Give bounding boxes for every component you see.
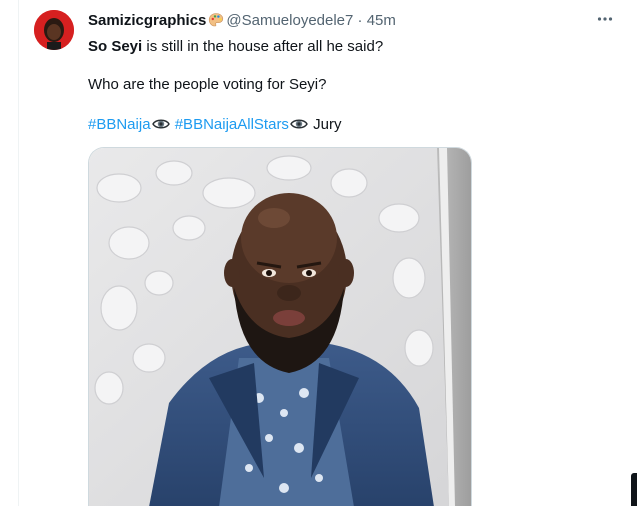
- more-options-button[interactable]: [595, 11, 615, 31]
- tweet-timestamp[interactable]: 45m: [367, 12, 396, 29]
- hashtag-bbnaijaallstars-link[interactable]: #BBNaijaAllStars: [175, 116, 289, 133]
- separator-dot: ·: [357, 12, 363, 29]
- tweet[interactable]: Samizicgraphics @Samueloyedele7 · 45m So …: [18, 0, 637, 506]
- tweet-text-line-2: Who are the people voting for Seyi?: [88, 76, 327, 93]
- eye-emoji-icon: [290, 117, 308, 137]
- tweet-bold-text: So Seyi: [88, 38, 143, 55]
- eye-emoji-icon: [151, 117, 170, 137]
- tweet-hashtags-line: #BBNaija #BBNaijaAllStars Jury: [88, 115, 341, 137]
- more-horizontal-icon: [596, 10, 614, 33]
- author-name[interactable]: Samizicgraphics: [88, 12, 206, 29]
- scrollbar-edge[interactable]: [631, 473, 637, 506]
- tweet-header: Samizicgraphics @Samueloyedele7 · 45m: [88, 11, 396, 34]
- jury-text: Jury: [308, 116, 342, 133]
- author-handle[interactable]: @Samueloyedele7: [226, 12, 353, 29]
- hashtag-bbnaija-link[interactable]: #BBNaija: [88, 116, 151, 133]
- tweet-text-line-1: So Seyi is still in the house after all …: [88, 37, 383, 57]
- tweet-text-rest: is still in the house after all he said?: [142, 38, 384, 55]
- palette-emoji-icon: [208, 12, 224, 34]
- tweet-media-image[interactable]: [88, 147, 472, 506]
- author-avatar[interactable]: [34, 10, 74, 50]
